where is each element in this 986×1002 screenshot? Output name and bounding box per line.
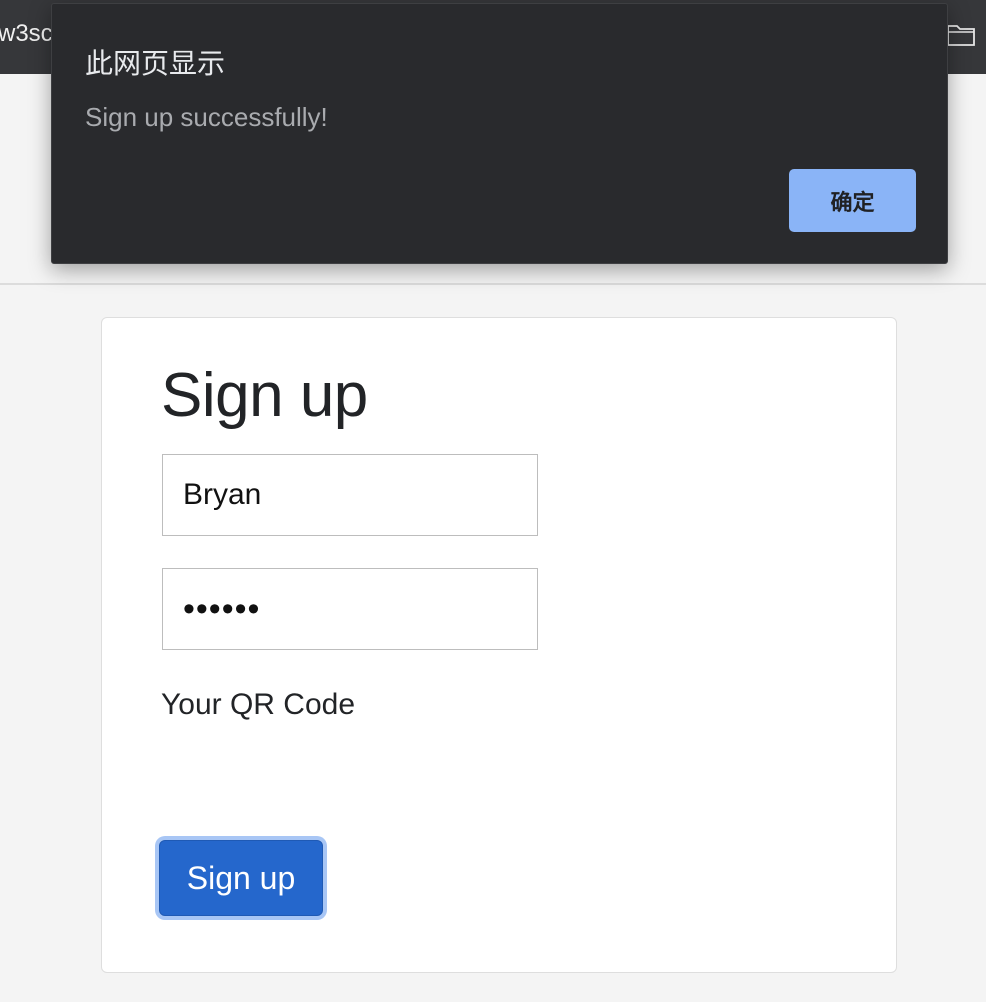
- signup-card: Sign up Your QR Code Sign up: [101, 317, 897, 973]
- dialog-message: Sign up successfully!: [85, 102, 328, 132]
- dialog-ok-button[interactable]: 确定: [789, 169, 916, 232]
- folder-icon[interactable]: [946, 20, 976, 53]
- signup-title: Sign up: [161, 361, 368, 430]
- signup-button[interactable]: Sign up: [159, 840, 323, 916]
- dialog-title: 此网页显示: [85, 47, 226, 80]
- qr-code-label: Your QR Code: [161, 688, 356, 721]
- tab-title[interactable]: w3scl: [0, 20, 58, 48]
- alert-dialog: 此网页显示 Sign up successfully! 确定: [51, 3, 948, 264]
- password-input[interactable]: [162, 568, 538, 650]
- username-input[interactable]: [162, 454, 538, 536]
